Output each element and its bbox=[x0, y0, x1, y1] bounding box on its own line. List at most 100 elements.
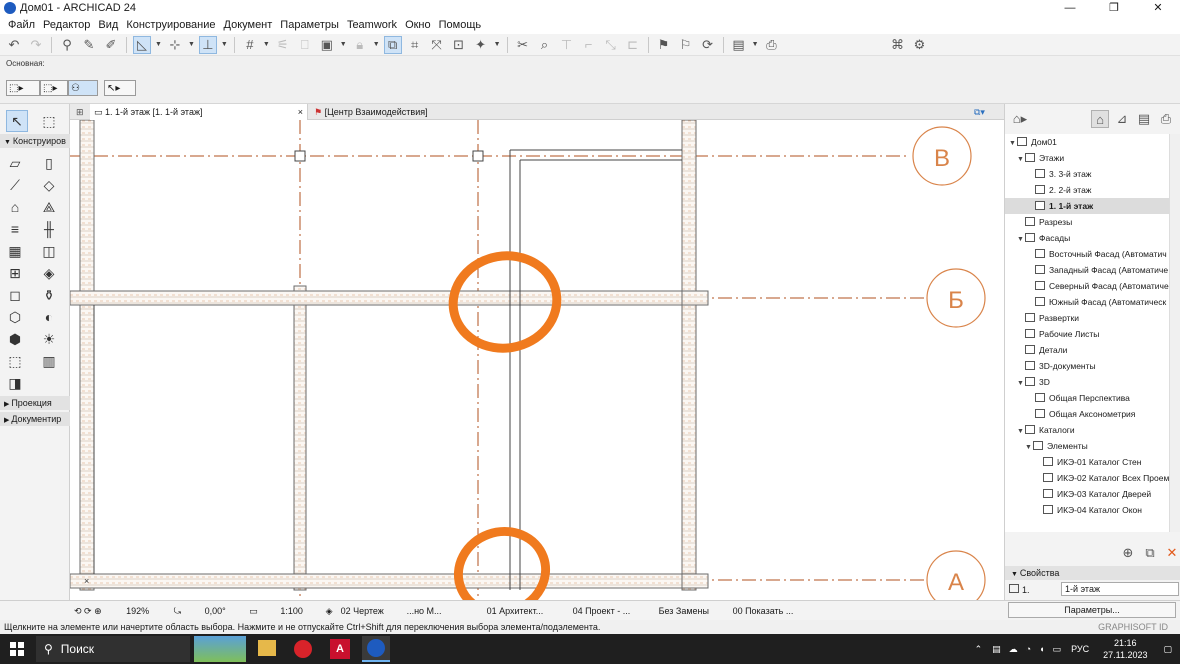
roof-tool-icon[interactable]: ⌂ bbox=[4, 196, 26, 218]
publisher-sets-icon[interactable]: ⎙ bbox=[1157, 110, 1175, 128]
bimx-icon[interactable]: ⚙ bbox=[911, 36, 929, 54]
section-projection[interactable]: ▶ Проекция bbox=[0, 396, 70, 410]
wall-tool-icon[interactable]: ▱ bbox=[4, 152, 26, 174]
resize-icon[interactable]: ⤡ bbox=[602, 36, 620, 54]
floor-plan-canvas[interactable]: В Б А × bbox=[70, 120, 1004, 600]
partial-structure[interactable]: 04 Проект - ... bbox=[569, 602, 655, 620]
fillet-icon[interactable]: ⌐ bbox=[580, 36, 598, 54]
properties-name-field[interactable]: 1-й этаж bbox=[1061, 582, 1179, 596]
tray-expand-icon[interactable]: ⌃ bbox=[975, 644, 983, 655]
marquee-tool-icon[interactable]: ⬚ bbox=[38, 110, 60, 132]
tree-node[interactable]: Общая Перспектива bbox=[1005, 390, 1169, 406]
tree-node[interactable]: Рабочие Листы bbox=[1005, 326, 1169, 342]
pen-set[interactable]: 01 Архитект... bbox=[483, 602, 569, 620]
flag-icon[interactable]: ⚑ bbox=[655, 36, 673, 54]
magic-wand-icon[interactable]: ⧉ bbox=[383, 35, 402, 54]
rotate-icon[interactable]: ⤿ bbox=[170, 602, 186, 620]
minimize-button[interactable]: — bbox=[1048, 0, 1092, 16]
archicad-taskbar-icon[interactable] bbox=[362, 636, 390, 662]
autocad-icon[interactable]: A bbox=[330, 639, 350, 659]
3d-explorer-icon[interactable]: ⌘ bbox=[889, 36, 907, 54]
tree-node[interactable]: ▼ Каталоги bbox=[1005, 422, 1169, 438]
layout-book-icon[interactable]: ▤ bbox=[1135, 110, 1153, 128]
tree-node[interactable]: ИКЭ-02 Каталог Всех Проем bbox=[1005, 470, 1169, 486]
mark-up-icon[interactable]: ⚐ bbox=[677, 36, 695, 54]
volume-icon[interactable]: ◖ bbox=[1039, 644, 1044, 654]
selection-method-button[interactable]: ⬚▸ bbox=[6, 80, 40, 96]
adjust-icon[interactable]: ⌗ bbox=[406, 36, 424, 54]
align-icon[interactable]: ⊤ bbox=[558, 36, 576, 54]
menu-edit[interactable]: Редактор bbox=[39, 19, 94, 31]
file-explorer-icon[interactable] bbox=[258, 640, 276, 656]
trim-icon[interactable]: ⌕ bbox=[536, 36, 554, 54]
window-tool-icon[interactable]: ⊞ bbox=[4, 262, 26, 284]
tree-node[interactable]: ▼ Элементы bbox=[1005, 438, 1169, 454]
clock[interactable]: 21:16 27.11.2023 bbox=[1103, 637, 1147, 661]
railing-tool-icon[interactable]: ╫ bbox=[38, 218, 60, 240]
tree-node[interactable]: Западный Фасад (Автоматиче bbox=[1005, 262, 1169, 278]
scale-value[interactable]: 1:100 bbox=[262, 602, 322, 620]
morph-tool-icon[interactable]: ⬢ bbox=[4, 328, 26, 350]
menu-document[interactable]: Документ bbox=[220, 19, 277, 31]
view-options-icon[interactable]: ⧉▾ bbox=[970, 104, 1000, 120]
layout-icon[interactable]: ▤ bbox=[730, 36, 748, 54]
tab-floor-plan[interactable]: ▭ 1. 1-й этаж [1. 1-й этаж] × bbox=[90, 104, 308, 120]
shell-tool-icon[interactable]: ⟁ bbox=[38, 196, 60, 218]
menu-options[interactable]: Параметры bbox=[276, 19, 343, 31]
tree-node[interactable]: Южный Фасад (Автоматическ bbox=[1005, 294, 1169, 310]
beam-tool-icon[interactable]: ⟋ bbox=[4, 174, 26, 196]
tab-collaboration-center[interactable]: ⚑ [Центр Взаимодействия] bbox=[310, 104, 510, 120]
curtain-wall-tool-icon[interactable]: ▦ bbox=[4, 240, 26, 262]
arrow-tool-icon[interactable]: ↖ bbox=[6, 110, 28, 132]
grid-element-tool-icon[interactable]: ▥ bbox=[38, 350, 60, 372]
stair-tool-icon[interactable]: ≡ bbox=[4, 218, 26, 240]
tree-node[interactable]: Северный Фасад (Автоматиче bbox=[1005, 278, 1169, 294]
navigator-scrollbar[interactable] bbox=[1169, 134, 1180, 532]
renovation-filter[interactable]: 00 Показать ... bbox=[729, 602, 809, 620]
door-tool-icon[interactable]: ◫ bbox=[38, 240, 60, 262]
box-tool-icon[interactable]: ⬚ bbox=[4, 350, 26, 372]
weather-widget-icon[interactable] bbox=[194, 636, 246, 662]
tree-node[interactable]: Общая Аксонометрия bbox=[1005, 406, 1169, 422]
eyedropper-icon[interactable]: ✎ bbox=[80, 36, 98, 54]
zone-tool-icon[interactable]: ⬡ bbox=[4, 306, 26, 328]
tree-node[interactable]: 2. 2-й этаж bbox=[1005, 182, 1169, 198]
offset-icon[interactable]: ⊡ bbox=[450, 36, 468, 54]
quick-selection-button[interactable]: ⚇ bbox=[68, 80, 98, 96]
network-icon[interactable]: ▤ bbox=[992, 644, 1001, 655]
section-documentation[interactable]: ▶ Документир bbox=[0, 412, 70, 426]
opera-icon[interactable] bbox=[294, 640, 312, 658]
object-tool-icon[interactable]: ⚱ bbox=[38, 284, 60, 306]
tree-node[interactable]: Разрезы bbox=[1005, 214, 1169, 230]
language-indicator[interactable]: РУС bbox=[1071, 644, 1089, 654]
redo-icon[interactable]: ↷ bbox=[27, 36, 45, 54]
graphisoft-id[interactable]: GRAPHISOFT ID bbox=[1098, 620, 1168, 634]
onedrive-icon[interactable]: ☁ bbox=[1009, 644, 1018, 655]
scale-icon[interactable]: ▭ bbox=[245, 602, 262, 620]
tab-close-button[interactable]: × bbox=[298, 104, 303, 120]
menu-file[interactable]: Файл bbox=[4, 19, 39, 31]
menu-help[interactable]: Помощь bbox=[435, 19, 486, 31]
arrow-pointer-button[interactable]: ↖▸ bbox=[104, 80, 136, 96]
tree-node[interactable]: ▼ Фасады bbox=[1005, 230, 1169, 246]
wall-end-tool-icon[interactable]: ◨ bbox=[4, 372, 26, 394]
layer-icon[interactable]: ◈ bbox=[322, 602, 337, 620]
new-folder-icon[interactable]: ⊕ bbox=[1119, 544, 1137, 562]
undo-icon[interactable]: ↶ bbox=[5, 36, 23, 54]
tree-node[interactable]: ИКЭ-01 Каталог Стен bbox=[1005, 454, 1169, 470]
pick-up-parameters-icon[interactable]: ⚲ bbox=[58, 36, 76, 54]
menu-teamwork[interactable]: Teamwork bbox=[343, 19, 401, 31]
opening-tool-icon[interactable]: ◻ bbox=[4, 284, 26, 306]
tree-node[interactable]: ИКЭ-04 Каталог Окон bbox=[1005, 502, 1169, 518]
trace-compare-icon[interactable]: ⎕ bbox=[296, 36, 314, 54]
refresh-icon[interactable]: ⟳ bbox=[699, 36, 717, 54]
column-tool-icon[interactable]: ▯ bbox=[38, 152, 60, 174]
windows-start-icon[interactable] bbox=[10, 642, 24, 656]
notifications-icon[interactable]: ▢ bbox=[1163, 644, 1172, 655]
navigation-icons[interactable]: ⟲ ⟳ ⊕ bbox=[70, 602, 106, 620]
menu-design[interactable]: Конструирование bbox=[122, 19, 219, 31]
snap-guides-icon[interactable]: ⊹ bbox=[166, 36, 184, 54]
area-selection-button[interactable]: ⬚▸ bbox=[40, 80, 68, 96]
tree-node[interactable]: ИКЭ-03 Каталог Дверей bbox=[1005, 486, 1169, 502]
tree-node[interactable]: 3D-документы bbox=[1005, 358, 1169, 374]
